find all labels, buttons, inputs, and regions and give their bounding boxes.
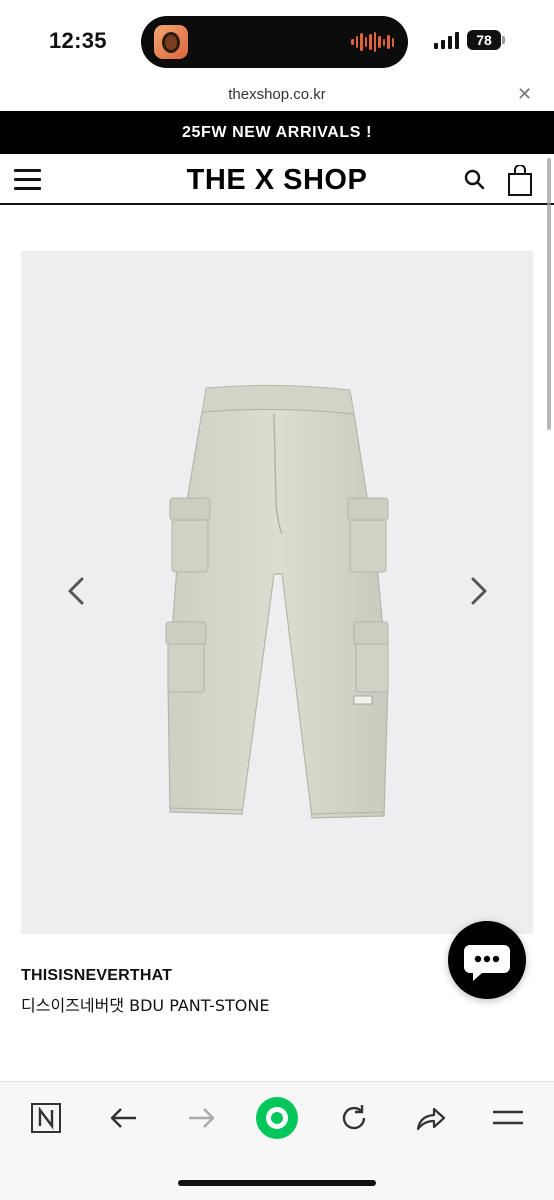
chevron-right-icon[interactable] — [467, 573, 491, 609]
search-icon[interactable] — [463, 168, 487, 192]
url-bar[interactable]: thexshop.co.kr ✕ — [0, 80, 554, 111]
announcement-banner[interactable]: 25FW NEW ARRIVALS ! — [0, 111, 554, 154]
cellular-signal-icon — [434, 32, 459, 49]
shopping-bag-icon[interactable] — [507, 164, 533, 197]
reload-icon[interactable] — [337, 1101, 371, 1135]
share-icon[interactable] — [414, 1101, 448, 1135]
cargo-pants-image — [165, 384, 389, 819]
dynamic-island[interactable] — [141, 16, 408, 68]
close-icon[interactable]: ✕ — [517, 84, 532, 105]
url-text[interactable]: thexshop.co.kr — [0, 86, 554, 103]
back-arrow-icon[interactable] — [107, 1101, 141, 1135]
home-indicator[interactable] — [178, 1180, 376, 1186]
hamburger-menu-icon[interactable] — [14, 169, 41, 190]
green-circle-icon[interactable] — [255, 1096, 299, 1140]
menu-icon[interactable] — [491, 1101, 525, 1135]
product-image-carousel[interactable] — [21, 251, 533, 934]
status-bar: 12:35 78 — [0, 0, 554, 80]
status-time: 12:35 — [49, 28, 107, 53]
product-name[interactable]: 디스이즈네버댓 BDU PANT-STONE — [21, 992, 269, 1016]
product-brand[interactable]: THISISNEVERTHAT — [21, 967, 172, 985]
battery-level: 78 — [467, 30, 501, 50]
chat-button[interactable] — [448, 921, 526, 999]
chat-bubble-icon — [464, 945, 510, 981]
page-scrollbar[interactable] — [547, 158, 551, 430]
audio-wave-icon — [351, 32, 394, 52]
battery-icon — [502, 36, 505, 44]
chevron-left-icon[interactable] — [64, 573, 88, 609]
site-header: THE X SHOP — [0, 154, 554, 205]
now-playing-avatar — [154, 25, 188, 59]
forward-arrow-icon[interactable] — [184, 1101, 218, 1135]
naver-n-icon[interactable] — [29, 1101, 63, 1135]
